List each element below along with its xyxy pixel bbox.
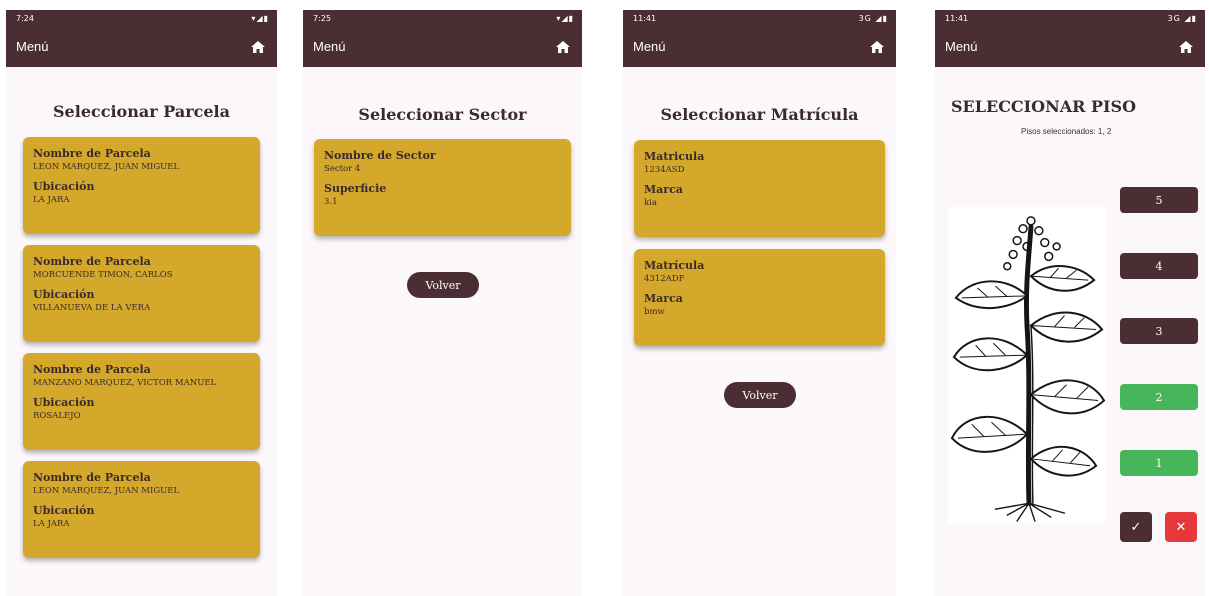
confirm-button[interactable]: ✓: [1120, 512, 1152, 542]
card-value: bmw: [644, 307, 665, 317]
back-button[interactable]: Volver: [407, 272, 479, 298]
screen-select-piso: 11:41 3G ◢▮ Menú SELECCIONAR PISO Pisos …: [935, 10, 1205, 596]
selected-floors-text: Pisos seleccionados: 1, 2: [1021, 127, 1112, 136]
screen-select-sector: 7:25 ▾◢▮ Menú Seleccionar Sector Nombre …: [303, 10, 582, 596]
card-value: Sector 4: [324, 164, 361, 174]
card-value: 3.1: [324, 197, 338, 207]
selection-card[interactable]: Nombre de Sector Sector 4 Superficie 3.1: [314, 139, 571, 236]
page-title: SELECCIONAR PISO: [951, 97, 1136, 116]
card-label: Marca: [644, 183, 683, 196]
status-icons: 3G ◢▮: [1167, 13, 1197, 23]
status-time: 7:24: [16, 13, 34, 23]
card-label: Nombre de Parcela: [33, 363, 151, 376]
menu-button[interactable]: Menú: [945, 39, 978, 54]
cancel-button[interactable]: ✕: [1165, 512, 1197, 542]
status-icons: ▾◢▮: [556, 13, 574, 23]
status-time: 11:41: [633, 13, 657, 23]
card-label: Matrícula: [644, 259, 705, 272]
home-icon[interactable]: [556, 40, 570, 53]
selection-card[interactable]: Matricula 1234ASD Marca kia: [634, 140, 885, 237]
status-bar: 7:24 ▾◢▮: [6, 10, 277, 26]
card-label: Ubicación: [33, 396, 95, 409]
selection-card[interactable]: Nombre de Parcela MORCUENDE TIMON, CARLOS…: [23, 245, 260, 342]
menu-button[interactable]: Menú: [633, 39, 666, 54]
selection-card[interactable]: Nombre de Parcela MANZANO MARQUEZ, VICTOR…: [23, 353, 260, 450]
app-bar: Menú: [623, 26, 896, 67]
home-icon[interactable]: [251, 40, 265, 53]
card-value: MORCUENDE TIMON, CARLOS: [33, 270, 173, 280]
card-value: MANZANO MARQUEZ, VICTOR MANUEL: [33, 378, 217, 388]
screen-select-parcela: 7:24 ▾◢▮ Menú Seleccionar Parcela Nombre…: [6, 10, 277, 596]
selection-card[interactable]: Nombre de Parcela LEON MARQUEZ, JUAN MIGU…: [23, 461, 260, 558]
card-label: Nombre de Parcela: [33, 471, 151, 484]
status-time: 7:25: [313, 13, 331, 23]
home-icon[interactable]: [1179, 40, 1193, 53]
card-label: Marca: [644, 292, 683, 305]
card-label: Nombre de Parcela: [33, 255, 151, 268]
status-bar: 11:41 3G ◢▮: [935, 10, 1205, 26]
floor-button[interactable]: 3: [1120, 318, 1198, 344]
status-time: 11:41: [945, 13, 969, 23]
status-icons: ▾◢▮: [251, 13, 269, 23]
card-value: VILLANUEVA DE LA VERA: [33, 303, 151, 313]
floor-button[interactable]: 4: [1120, 253, 1198, 279]
floor-button[interactable]: 5: [1120, 187, 1198, 213]
menu-button[interactable]: Menú: [313, 39, 346, 54]
close-icon: ✕: [1175, 519, 1187, 534]
card-label: Nombre de Sector: [324, 149, 436, 162]
card-value: 4312ADF: [644, 274, 685, 284]
plant-illustration: [948, 207, 1106, 523]
page-title: Seleccionar Sector: [358, 105, 527, 124]
floor-button[interactable]: 2: [1120, 384, 1198, 410]
app-bar: Menú: [935, 26, 1205, 67]
card-value: kia: [644, 198, 657, 208]
status-bar: 11:41 3G ◢▮: [623, 10, 896, 26]
card-value: 1234ASD: [644, 165, 685, 175]
app-bar: Menú: [6, 26, 277, 67]
screen-select-matricula: 11:41 3G ◢▮ Menú Seleccionar Matrícula M…: [623, 10, 896, 596]
card-value: LEON MARQUEZ, JUAN MIGUEL: [33, 162, 180, 172]
card-value: LEON MARQUEZ, JUAN MIGUEL: [33, 486, 180, 496]
menu-button[interactable]: Menú: [16, 39, 49, 54]
selection-card[interactable]: Nombre de Parcela LEON MARQUEZ, JUAN MIGU…: [23, 137, 260, 234]
home-icon[interactable]: [870, 40, 884, 53]
app-bar: Menú: [303, 26, 582, 67]
status-bar: 7:25 ▾◢▮: [303, 10, 582, 26]
page-title: Seleccionar Parcela: [53, 102, 230, 121]
back-button[interactable]: Volver: [724, 382, 796, 408]
card-label: Ubicación: [33, 180, 95, 193]
floor-button[interactable]: 1: [1120, 450, 1198, 476]
card-label: Nombre de Parcela: [33, 147, 151, 160]
card-label: Superficie: [324, 182, 387, 195]
check-icon: ✓: [1130, 519, 1142, 534]
card-value: ROSALEJO: [33, 411, 81, 421]
card-label: Ubicación: [33, 504, 95, 517]
card-label: Ubicación: [33, 288, 95, 301]
card-value: LA JARA: [33, 195, 70, 205]
card-value: LA JARA: [33, 519, 70, 529]
page-title: Seleccionar Matrícula: [660, 105, 859, 124]
card-label: Matricula: [644, 150, 705, 163]
status-icons: 3G ◢▮: [858, 13, 888, 23]
selection-card[interactable]: Matrícula 4312ADF Marca bmw: [634, 249, 885, 346]
